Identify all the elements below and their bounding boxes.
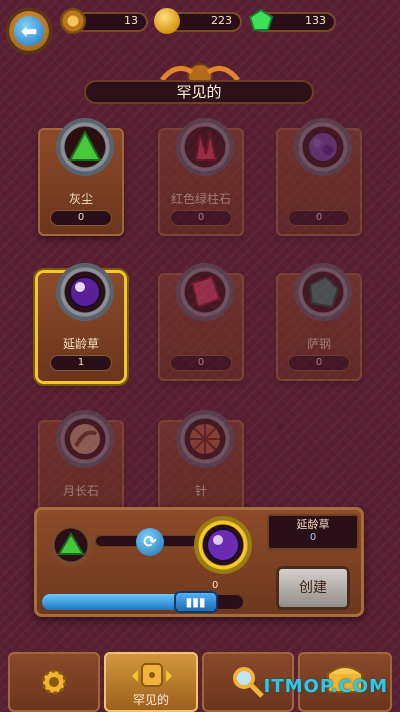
gem-counter: 133: [248, 8, 336, 32]
gear-frame: [56, 118, 114, 176]
red-crystal-icon: [194, 131, 218, 161]
ingredient-slot[interactable]: [50, 524, 92, 566]
purple-orb-icon: [206, 528, 240, 562]
dice-icon: [132, 663, 172, 687]
gear-frame: [176, 410, 234, 468]
result-box: 延龄草 0: [267, 514, 359, 550]
green-pyramid-icon: [57, 532, 85, 555]
item-card-green-pyramid[interactable]: 灰尘 0: [38, 118, 124, 236]
page-title: 罕见的: [84, 80, 314, 104]
item-count: 0: [288, 355, 350, 371]
spiky-icon: [190, 424, 220, 454]
item-count: 1: [50, 355, 112, 371]
gear-frame: [56, 410, 114, 468]
gear-frame: [294, 263, 352, 321]
gear-frame: [294, 118, 352, 176]
create-button[interactable]: 创建: [276, 566, 350, 610]
item-count: 0: [50, 210, 112, 226]
quantity-slider[interactable]: ▮▮▮: [42, 591, 244, 613]
result-count: 0: [309, 532, 317, 543]
green-pyramid-icon: [68, 129, 102, 161]
gear-icon: [41, 669, 67, 695]
watermark: ITMOP.COM: [263, 676, 388, 697]
slider-handle[interactable]: ▮▮▮: [173, 591, 218, 613]
item-card-red-gem[interactable]: 0: [158, 263, 244, 381]
slider-fill: [42, 594, 196, 610]
gear-frame: [56, 263, 114, 321]
item-label: 萨钢: [306, 337, 331, 351]
coin-count: 223: [211, 14, 232, 27]
swap-button[interactable]: ⟳: [136, 528, 164, 556]
red-gem-icon: [190, 275, 222, 309]
result-name: 延龄草: [296, 518, 330, 531]
item-card-teal-rock[interactable]: 萨钢 0: [276, 263, 362, 381]
tab-settings[interactable]: [8, 652, 100, 712]
item-label: 延龄草: [62, 337, 99, 351]
item-label: 红色绿柱石: [170, 192, 231, 206]
refresh-icon: ⟳: [143, 532, 157, 551]
output-count: 0: [212, 580, 219, 591]
purple-orb-icon: [69, 276, 101, 308]
magnifier-icon: [233, 667, 264, 698]
teal-rock-icon: [308, 275, 340, 309]
arrow-left-icon: ⬅: [14, 16, 44, 46]
gear-icon: [60, 8, 86, 34]
item-count: 0: [288, 210, 350, 226]
item-label: 灰尘: [68, 192, 93, 206]
gear-frame: [176, 118, 234, 176]
tab-rare-label: 罕见的: [132, 693, 169, 707]
gear-frame: [176, 263, 234, 321]
gem-count: 133: [305, 14, 326, 27]
item-label: 月长石: [62, 484, 99, 498]
tab-rare[interactable]: 罕见的: [104, 652, 198, 712]
moonstone-icon: [70, 424, 100, 454]
item-count: 0: [170, 355, 232, 371]
item-card-purple-orb[interactable]: 延龄草 1: [38, 263, 124, 381]
coin-icon: [154, 8, 180, 34]
purple-ore-icon: [309, 133, 337, 161]
gem-icon: [248, 8, 274, 34]
item-label: 针: [194, 484, 207, 498]
coin-counter: 223: [154, 8, 242, 34]
item-card-red-crystal[interactable]: 红色绿柱石 0: [158, 118, 244, 236]
item-card-purple-ore[interactable]: 0: [276, 118, 362, 236]
back-button[interactable]: ⬅: [6, 8, 52, 54]
item-count: 0: [170, 210, 232, 226]
gear-count: 13: [124, 14, 138, 27]
gear-counter: 13: [60, 8, 148, 34]
output-slot[interactable]: [194, 516, 252, 574]
